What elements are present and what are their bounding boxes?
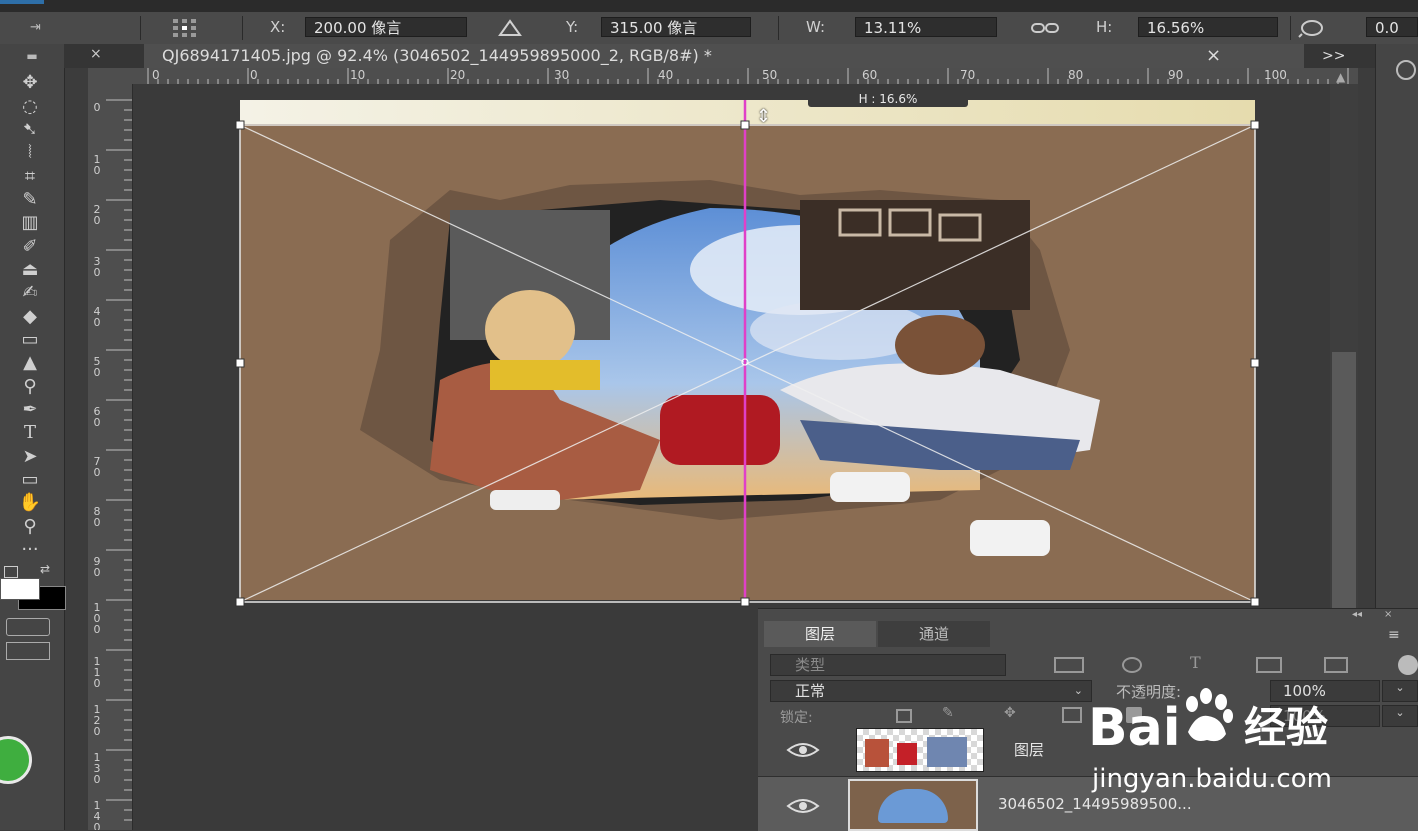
history-brush-tool-icon[interactable]: ✍	[8, 282, 52, 304]
x-field[interactable]: 200.00 像言	[305, 17, 467, 37]
tab-layers[interactable]: 图层	[764, 621, 876, 647]
filter-type-icon[interactable]: T	[1190, 653, 1210, 673]
filter-smart-object-icon[interactable]	[1324, 657, 1348, 673]
height-field[interactable]: 16.56%	[1138, 17, 1278, 37]
scroll-up-icon[interactable]: ▲	[1336, 70, 1352, 84]
lock-image-icon[interactable]: ✎	[942, 705, 962, 723]
more-tools-icon[interactable]: ···	[8, 539, 52, 561]
blur-tool-icon[interactable]: ▲	[8, 352, 52, 374]
scrollbar-thumb[interactable]	[1332, 352, 1356, 608]
filter-pixel-icon[interactable]	[1054, 657, 1084, 673]
reference-point-icon[interactable]	[172, 18, 198, 38]
screen-mode-icon[interactable]	[6, 642, 50, 660]
artwork-image[interactable]	[240, 100, 1255, 600]
tool-preset-icon[interactable]: ⇥	[30, 20, 60, 36]
transform-tooltip-text: H : 16.6%	[858, 92, 918, 106]
ps-logo-icon[interactable]	[0, 0, 44, 4]
ruler-ticks	[106, 99, 132, 821]
filter-shape-icon[interactable]	[1256, 657, 1282, 673]
healing-brush-tool-icon[interactable]: ▥	[8, 212, 52, 234]
quick-selection-tool-icon[interactable]: ⦚	[8, 142, 52, 164]
layer-thumbnail	[856, 728, 984, 772]
visibility-eye-icon[interactable]	[786, 797, 820, 815]
horizontal-ruler[interactable]: 0 0 10 20 30 40 50 60 70 80 90 100	[88, 68, 1358, 85]
document-tab[interactable]: QJ6894171405.jpg @ 92.4% (3046502_144959…	[144, 44, 1304, 68]
tools-panel: ▬ ✥ ◌ ➷ ⦚ ⌗ ✎ ▥ ✐ ⏏ ✍ ◆ ▭ ▲ ⚲ ✒ T ➤ ▭ ✋ …	[0, 44, 66, 830]
vertical-ruler[interactable]: 0 1 0 2 0 3 0 4 0 5 0 6 0 7 0 8 0 9 0 1 …	[88, 84, 133, 830]
filter-adjustment-icon[interactable]	[1122, 657, 1142, 673]
panel-close-icon[interactable]: ×	[1384, 609, 1404, 621]
path-selection-tool-icon[interactable]: ➤	[8, 446, 52, 468]
x-label: X:	[270, 18, 286, 36]
default-colors-icon[interactable]	[4, 566, 18, 578]
link-icon[interactable]	[1030, 20, 1060, 36]
lock-position-icon[interactable]: ✥	[1004, 705, 1024, 723]
zoom-tool-icon[interactable]: ⚲	[8, 516, 52, 538]
y-label: Y:	[566, 18, 579, 36]
visibility-eye-icon[interactable]	[786, 741, 820, 759]
rotate-field[interactable]: 0.0	[1366, 17, 1418, 37]
filter-kind-select[interactable]: 类型	[770, 654, 1006, 676]
panel-close-icon[interactable]: ×	[90, 46, 106, 64]
options-bar: ⇥ X: 200.00 像言 Y: 315.00 像言 W: 13.11% H:…	[0, 12, 1418, 45]
panel-menu-icon[interactable]: ≡	[1388, 627, 1412, 643]
baidu-jingyan-watermark: Bai 经验 jingyan.baidu.com	[1088, 688, 1418, 798]
vertical-scrollbar[interactable]: ▲	[1330, 70, 1358, 608]
layer-thumbnail	[848, 779, 978, 831]
h-label: H:	[1096, 18, 1113, 36]
pen-tool-icon[interactable]: ✒	[8, 399, 52, 421]
hand-tool-icon[interactable]: ✋	[8, 492, 52, 514]
menu-bar	[0, 0, 1418, 12]
toolbar-collapse-icon[interactable]: ▬	[0, 44, 64, 68]
recording-badge-icon	[0, 736, 32, 784]
document-tab-bar: × QJ6894171405.jpg @ 92.4% (3046502_1449…	[64, 44, 1375, 68]
crop-tool-icon[interactable]: ⌗	[8, 166, 52, 188]
lock-artboard-icon[interactable]	[1062, 707, 1082, 723]
chevron-down-icon: ⌄	[1073, 684, 1083, 697]
watermark-brand-cn: 经验	[1244, 703, 1329, 752]
rectangle-tool-icon[interactable]: ▭	[8, 469, 52, 491]
filter-kind-label: 类型	[795, 656, 826, 674]
document-tab-close-icon[interactable]: ×	[1206, 44, 1226, 68]
rotate-icon[interactable]	[1298, 18, 1334, 38]
layer-name[interactable]: 图层	[1014, 739, 1044, 760]
marquee-tool-icon[interactable]: ◌	[8, 96, 52, 118]
swap-colors-icon[interactable]: ⇄	[40, 562, 58, 576]
tab-overflow-icon[interactable]: >>	[1322, 44, 1362, 68]
gradient-tool-icon[interactable]: ▭	[8, 329, 52, 351]
foreground-color-swatch[interactable]	[0, 578, 40, 600]
watermark-brand: Bai	[1088, 698, 1181, 758]
quick-mask-icon[interactable]	[6, 618, 50, 636]
type-tool-icon[interactable]: T	[8, 422, 52, 444]
w-label: W:	[806, 18, 826, 36]
paw-logo-icon	[1178, 688, 1236, 746]
lasso-tool-icon[interactable]: ➷	[8, 119, 52, 141]
blend-mode-select[interactable]: 正常 ⌄	[770, 680, 1092, 702]
relative-position-icon[interactable]	[498, 19, 522, 37]
blend-mode-value: 正常	[795, 682, 826, 700]
y-field[interactable]: 315.00 像言	[601, 17, 751, 37]
width-field[interactable]: 13.11%	[855, 17, 997, 37]
filter-toggle-icon[interactable]	[1398, 655, 1418, 675]
brush-tool-icon[interactable]: ✐	[8, 236, 52, 258]
resize-cursor-icon: ⇕	[756, 106, 772, 127]
lock-transparency-icon[interactable]	[896, 709, 912, 723]
clone-stamp-tool-icon[interactable]: ⏏	[8, 259, 52, 281]
panel-collapse-icon[interactable]: ◂◂	[1352, 609, 1372, 621]
panel-icon[interactable]	[1396, 60, 1416, 80]
dodge-tool-icon[interactable]: ⚲	[8, 376, 52, 398]
watermark-url: jingyan.baidu.com	[1092, 764, 1332, 794]
transform-tooltip: H : 16.6%	[808, 91, 968, 107]
tab-channels[interactable]: 通道	[878, 621, 990, 647]
document-tab-title: QJ6894171405.jpg @ 92.4% (3046502_144959…	[162, 46, 712, 65]
ruler-ticks	[147, 68, 1349, 84]
eyedropper-tool-icon[interactable]: ✎	[8, 189, 52, 211]
eraser-tool-icon[interactable]: ◆	[8, 306, 52, 328]
move-tool-icon[interactable]: ✥	[8, 72, 52, 94]
